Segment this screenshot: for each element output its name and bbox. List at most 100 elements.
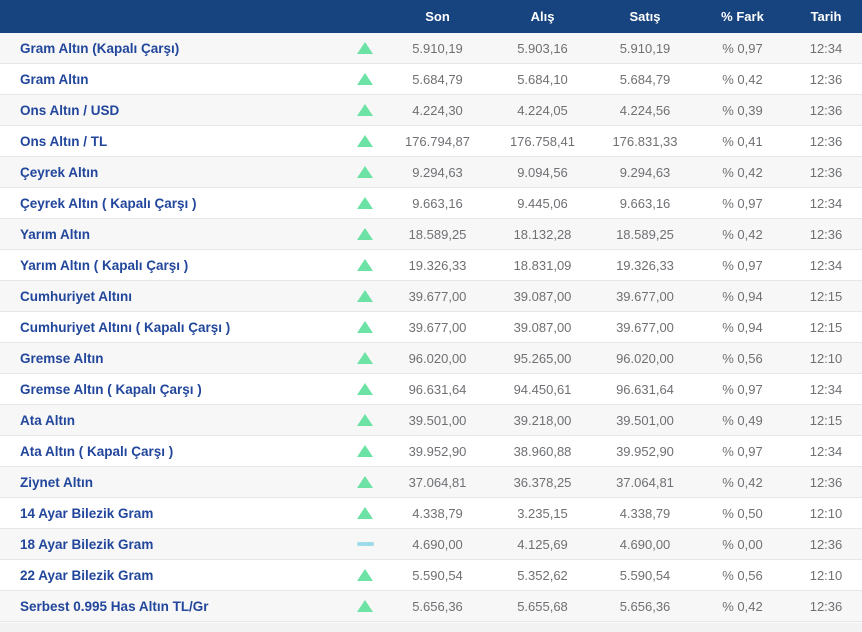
tarih-value: 12:34 [790,444,862,459]
up-arrow-icon [357,445,373,457]
fark-value: % 0,97 [695,196,790,211]
alis-value: 176.758,41 [490,134,595,149]
son-value: 5.684,79 [385,72,490,87]
up-arrow-icon [357,259,373,271]
table-row[interactable]: Çeyrek Altın 9.294,63 9.094,56 9.294,63 … [0,157,862,188]
tarih-value: 12:36 [790,599,862,614]
instrument-name-link[interactable]: Cumhuriyet Altını [0,289,345,304]
instrument-name-link[interactable]: Çeyrek Altın [0,165,345,180]
instrument-name-link[interactable]: 22 Ayar Bilezik Gram [0,568,345,583]
up-arrow-icon [357,135,373,147]
son-value: 39.677,00 [385,320,490,335]
tarih-value: 12:34 [790,196,862,211]
table-row[interactable]: Yarım Altın 18.589,25 18.132,28 18.589,2… [0,219,862,250]
table-row[interactable]: Gremse Altın 96.020,00 95.265,00 96.020,… [0,343,862,374]
table-row[interactable]: Ons Altın / TL 176.794,87 176.758,41 176… [0,126,862,157]
instrument-name-link[interactable]: Çeyrek Altın ( Kapalı Çarşı ) [0,196,345,211]
up-arrow-icon [357,166,373,178]
table-row[interactable]: 18 Ayar Bilezik Gram 4.690,00 4.125,69 4… [0,529,862,560]
flat-dash-icon [357,542,374,546]
table-row[interactable]: Gremse Altın ( Kapalı Çarşı ) 96.631,64 … [0,374,862,405]
tarih-value: 12:36 [790,165,862,180]
instrument-name-link[interactable]: 18 Ayar Bilezik Gram [0,537,345,552]
column-header-fark: % Fark [695,9,790,24]
table-row[interactable]: Serbest 0.995 Has Altın TL/Gr 5.656,36 5… [0,591,862,622]
tarih-value: 12:36 [790,227,862,242]
satis-value: 4.690,00 [595,537,695,552]
fark-value: % 0,97 [695,444,790,459]
up-arrow-icon [357,352,373,364]
up-arrow-icon [357,569,373,581]
table-row[interactable]: Cumhuriyet Altını 39.677,00 39.087,00 39… [0,281,862,312]
table-row[interactable]: Ata Altın ( Kapalı Çarşı ) 39.952,90 38.… [0,436,862,467]
table-row[interactable]: Ons Altın / USD 4.224,30 4.224,05 4.224,… [0,95,862,126]
alis-value: 5.655,68 [490,599,595,614]
alis-value: 95.265,00 [490,351,595,366]
satis-value: 18.589,25 [595,227,695,242]
instrument-name-link[interactable]: Cumhuriyet Altını ( Kapalı Çarşı ) [0,320,345,335]
table-row[interactable]: Gram Altın 5.684,79 5.684,10 5.684,79 % … [0,64,862,95]
tarih-value: 12:36 [790,103,862,118]
son-value: 9.294,63 [385,165,490,180]
fark-value: % 0,94 [695,320,790,335]
table-row[interactable]: Cumhuriyet Altını ( Kapalı Çarşı ) 39.67… [0,312,862,343]
column-header-son: Son [385,9,490,24]
up-arrow-icon [357,290,373,302]
instrument-name-link[interactable]: Gram Altın (Kapalı Çarşı) [0,41,345,56]
table-row[interactable]: 14 Ayar Bilezik Gram 4.338,79 3.235,15 4… [0,498,862,529]
satis-value: 39.677,00 [595,289,695,304]
son-value: 4.690,00 [385,537,490,552]
tarih-value: 12:34 [790,41,862,56]
up-arrow-icon [357,42,373,54]
fark-value: % 0,42 [695,599,790,614]
table-row[interactable]: Çeyrek Altın ( Kapalı Çarşı ) 9.663,16 9… [0,188,862,219]
table-row[interactable]: 22 Ayar Bilezik Gram 5.590,54 5.352,62 5… [0,560,862,591]
fark-value: % 0,97 [695,41,790,56]
instrument-name-link[interactable]: Yarım Altın ( Kapalı Çarşı ) [0,258,345,273]
instrument-name-link[interactable]: Gremse Altın [0,351,345,366]
satis-value: 96.631,64 [595,382,695,397]
son-value: 4.224,30 [385,103,490,118]
alis-value: 18.132,28 [490,227,595,242]
satis-value: 5.590,54 [595,568,695,583]
instrument-name-link[interactable]: Ata Altın ( Kapalı Çarşı ) [0,444,345,459]
alis-value: 3.235,15 [490,506,595,521]
column-header-tarih: Tarih [790,9,862,24]
tarih-value: 12:34 [790,258,862,273]
table-row[interactable]: Ziynet Altın 37.064,81 36.378,25 37.064,… [0,467,862,498]
satis-value: 9.663,16 [595,196,695,211]
instrument-name-link[interactable]: Yarım Altın [0,227,345,242]
tarih-value: 12:15 [790,289,862,304]
satis-value: 39.501,00 [595,413,695,428]
up-arrow-icon [357,414,373,426]
fark-value: % 0,00 [695,537,790,552]
instrument-name-link[interactable]: 14 Ayar Bilezik Gram [0,506,345,521]
instrument-name-link[interactable]: Serbest 0.995 Has Altın TL/Gr [0,599,345,614]
alis-value: 38.960,88 [490,444,595,459]
table-row[interactable]: Yarım Altın ( Kapalı Çarşı ) 19.326,33 1… [0,250,862,281]
instrument-name-link[interactable]: Gram Altın [0,72,345,87]
instrument-name-link[interactable]: Gremse Altın ( Kapalı Çarşı ) [0,382,345,397]
table-row[interactable]: Gram Altın (Kapalı Çarşı) 5.910,19 5.903… [0,33,862,64]
son-value: 19.326,33 [385,258,490,273]
alis-value: 4.125,69 [490,537,595,552]
alis-value: 5.903,16 [490,41,595,56]
instrument-name-link[interactable]: Ata Altın [0,413,345,428]
instrument-name-link[interactable]: Ons Altın / USD [0,103,345,118]
table-row[interactable]: Ata Altın 39.501,00 39.218,00 39.501,00 … [0,405,862,436]
instrument-name-link[interactable]: Ons Altın / TL [0,134,345,149]
tarih-value: 12:36 [790,134,862,149]
son-value: 37.064,81 [385,475,490,490]
up-arrow-icon [357,104,373,116]
son-value: 96.020,00 [385,351,490,366]
instrument-name-link[interactable]: Ziynet Altın [0,475,345,490]
fark-value: % 0,42 [695,165,790,180]
up-arrow-icon [357,383,373,395]
satis-value: 19.326,33 [595,258,695,273]
up-arrow-icon [357,600,373,612]
fark-value: % 0,41 [695,134,790,149]
son-value: 39.952,90 [385,444,490,459]
tarih-value: 12:36 [790,475,862,490]
fark-value: % 0,56 [695,568,790,583]
son-value: 4.338,79 [385,506,490,521]
